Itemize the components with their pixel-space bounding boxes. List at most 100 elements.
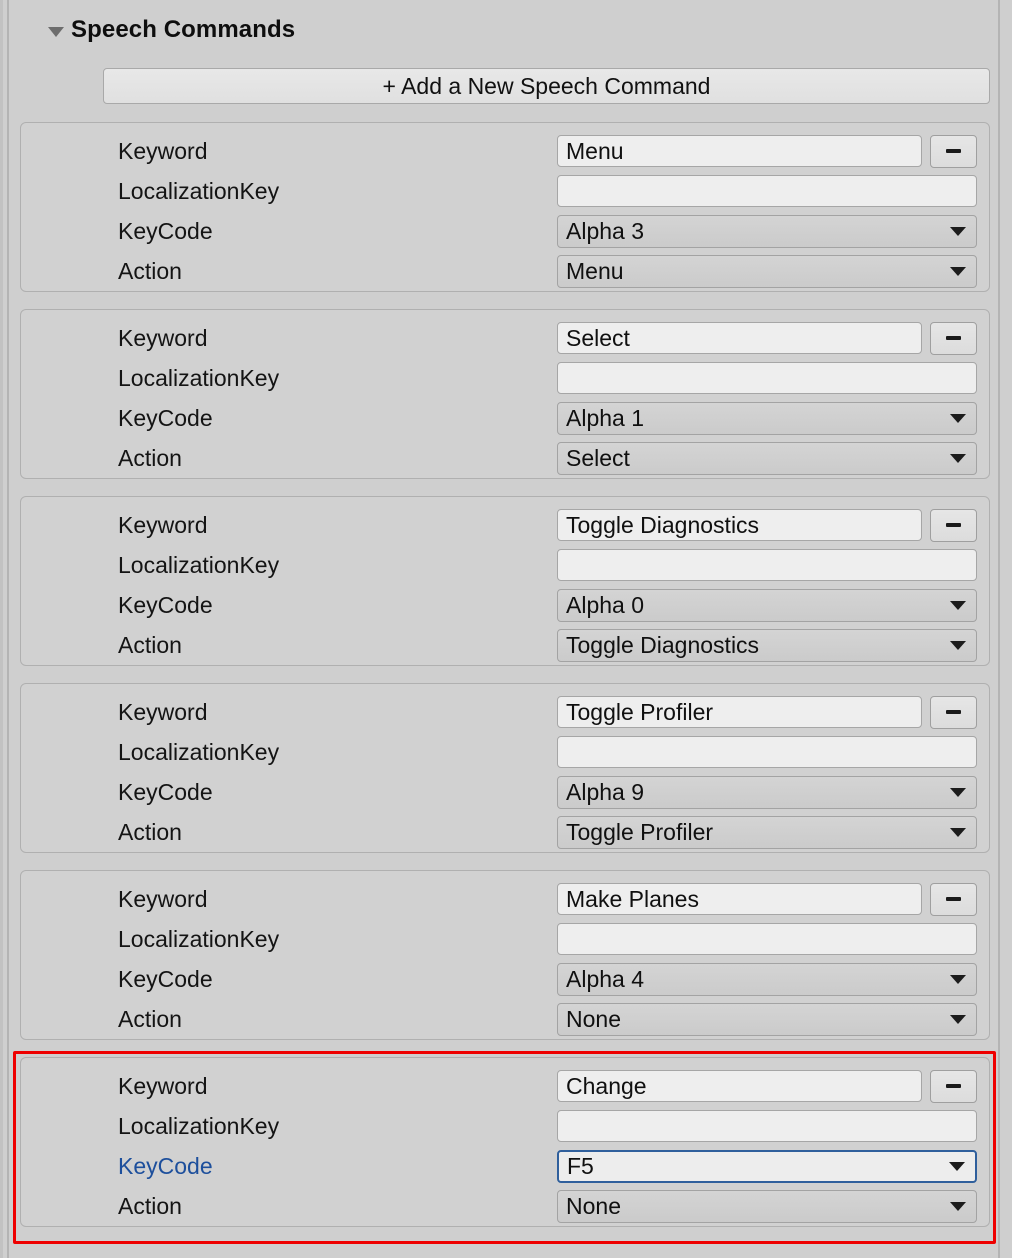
action-value: Menu bbox=[566, 257, 624, 284]
localization-key-input[interactable] bbox=[557, 923, 977, 955]
action-value: Toggle Profiler bbox=[566, 818, 714, 845]
localization-key-label: LocalizationKey bbox=[118, 925, 280, 952]
minus-icon bbox=[946, 710, 961, 714]
minus-icon bbox=[946, 897, 961, 901]
add-new-speech-command-button[interactable]: + Add a New Speech Command bbox=[103, 68, 990, 104]
keyword-value: Menu bbox=[566, 137, 624, 164]
keycode-dropdown[interactable]: Alpha 3 bbox=[557, 214, 977, 248]
add-button-label: + Add a New Speech Command bbox=[382, 72, 711, 99]
keycode-row: KeyCode Alpha 9 bbox=[21, 772, 989, 812]
speech-command-group: Keyword Toggle Diagnostics LocalizationKey… bbox=[20, 496, 990, 666]
keyword-input[interactable]: Menu bbox=[557, 135, 922, 167]
action-dropdown[interactable]: None bbox=[557, 1002, 977, 1036]
localization-key-label: LocalizationKey bbox=[118, 364, 280, 391]
keycode-dropdown[interactable]: Alpha 9 bbox=[557, 775, 977, 809]
keyword-input[interactable]: Toggle Diagnostics bbox=[557, 509, 922, 541]
caret-down-icon bbox=[950, 1201, 966, 1211]
keyword-input[interactable]: Change bbox=[557, 1070, 922, 1102]
keyword-input[interactable]: Toggle Profiler bbox=[557, 696, 922, 728]
remove-command-button[interactable] bbox=[930, 321, 977, 355]
remove-command-button[interactable] bbox=[930, 882, 977, 916]
remove-command-button[interactable] bbox=[930, 695, 977, 729]
keycode-value: Alpha 4 bbox=[566, 965, 645, 992]
caret-down-icon bbox=[950, 600, 966, 610]
localization-key-row: LocalizationKey bbox=[21, 1106, 989, 1146]
keycode-row: KeyCode Alpha 4 bbox=[21, 959, 989, 999]
localization-key-row: LocalizationKey bbox=[21, 358, 989, 398]
localization-key-input[interactable] bbox=[557, 175, 977, 207]
localization-key-input[interactable] bbox=[557, 1110, 977, 1142]
keyword-label: Keyword bbox=[118, 1072, 208, 1099]
action-dropdown[interactable]: Toggle Diagnostics bbox=[557, 628, 977, 662]
minus-icon bbox=[946, 1084, 961, 1088]
localization-key-label: LocalizationKey bbox=[118, 177, 280, 204]
keycode-dropdown[interactable]: Alpha 0 bbox=[557, 588, 977, 622]
keyword-label: Keyword bbox=[118, 698, 208, 725]
caret-down-icon bbox=[950, 1014, 966, 1024]
caret-down-icon bbox=[950, 413, 966, 423]
panel-outer-edge bbox=[0, 0, 3, 1258]
speech-command-group: Keyword Select LocalizationKey KeyCode Alpha… bbox=[20, 309, 990, 479]
minus-icon bbox=[946, 336, 961, 340]
keyword-input[interactable]: Select bbox=[557, 322, 922, 354]
localization-key-input[interactable] bbox=[557, 362, 977, 394]
action-row: Action Select bbox=[21, 438, 989, 478]
action-label: Action bbox=[118, 1192, 182, 1219]
speech-commands-inspector-panel: Speech Commands + Add a New Speech Comma… bbox=[0, 0, 1012, 1258]
keycode-dropdown[interactable]: F5 bbox=[557, 1149, 977, 1183]
localization-key-row: LocalizationKey bbox=[21, 919, 989, 959]
action-dropdown[interactable]: None bbox=[557, 1189, 977, 1223]
keyword-row: Keyword Toggle Profiler bbox=[21, 692, 989, 732]
keycode-label: KeyCode bbox=[118, 778, 213, 805]
action-row: Action Toggle Diagnostics bbox=[21, 625, 989, 665]
keycode-value: Alpha 0 bbox=[566, 591, 645, 618]
speech-command-group: Keyword Toggle Profiler LocalizationKey Key… bbox=[20, 683, 990, 853]
localization-key-row: LocalizationKey bbox=[21, 545, 989, 585]
keyword-input[interactable]: Make Planes bbox=[557, 883, 922, 915]
action-row: Action None bbox=[21, 999, 989, 1039]
keyword-row: Keyword Toggle Diagnostics bbox=[21, 505, 989, 545]
localization-key-label: LocalizationKey bbox=[118, 738, 280, 765]
speech-command-group: Keyword Change LocalizationKey KeyCode F5 Act… bbox=[20, 1057, 990, 1227]
keycode-row: KeyCode Alpha 0 bbox=[21, 585, 989, 625]
caret-down-icon bbox=[950, 787, 966, 797]
action-label: Action bbox=[118, 444, 182, 471]
keyword-value: Make Planes bbox=[566, 885, 699, 912]
speech-command-group: Keyword Menu LocalizationKey KeyCode Alpha 3… bbox=[20, 122, 990, 292]
minus-icon bbox=[946, 149, 961, 153]
speech-command-group: Keyword Make Planes LocalizationKey KeyCode… bbox=[20, 870, 990, 1040]
caret-down-icon bbox=[950, 226, 966, 236]
action-dropdown[interactable]: Toggle Profiler bbox=[557, 815, 977, 849]
speech-commands-foldout[interactable]: Speech Commands bbox=[48, 16, 295, 44]
triangle-down-icon[interactable] bbox=[48, 26, 64, 37]
keycode-value: Alpha 9 bbox=[566, 778, 645, 805]
keycode-row: KeyCode Alpha 1 bbox=[21, 398, 989, 438]
caret-down-icon bbox=[949, 1161, 965, 1171]
keyword-label: Keyword bbox=[118, 137, 208, 164]
action-row: Action Toggle Profiler bbox=[21, 812, 989, 852]
keyword-row: Keyword Make Planes bbox=[21, 879, 989, 919]
remove-command-button[interactable] bbox=[930, 1069, 977, 1103]
keycode-label: KeyCode bbox=[118, 1152, 213, 1179]
page-title: Speech Commands bbox=[71, 16, 296, 43]
panel-right-divider bbox=[998, 0, 1000, 1258]
caret-down-icon bbox=[950, 453, 966, 463]
localization-key-row: LocalizationKey bbox=[21, 171, 989, 211]
remove-command-button[interactable] bbox=[930, 508, 977, 542]
action-dropdown[interactable]: Select bbox=[557, 441, 977, 475]
caret-down-icon bbox=[950, 827, 966, 837]
localization-key-input[interactable] bbox=[557, 549, 977, 581]
keycode-row: KeyCode F5 bbox=[21, 1146, 989, 1186]
keycode-dropdown[interactable]: Alpha 4 bbox=[557, 962, 977, 996]
keycode-dropdown[interactable]: Alpha 1 bbox=[557, 401, 977, 435]
action-dropdown[interactable]: Menu bbox=[557, 254, 977, 288]
remove-command-button[interactable] bbox=[930, 134, 977, 168]
keycode-value: Alpha 3 bbox=[566, 217, 645, 244]
localization-key-input[interactable] bbox=[557, 736, 977, 768]
keyword-row: Keyword Menu bbox=[21, 131, 989, 171]
keycode-label: KeyCode bbox=[118, 965, 213, 992]
keyword-row: Keyword Change bbox=[21, 1066, 989, 1106]
minus-icon bbox=[946, 523, 961, 527]
keycode-label: KeyCode bbox=[118, 217, 213, 244]
action-label: Action bbox=[118, 257, 182, 284]
